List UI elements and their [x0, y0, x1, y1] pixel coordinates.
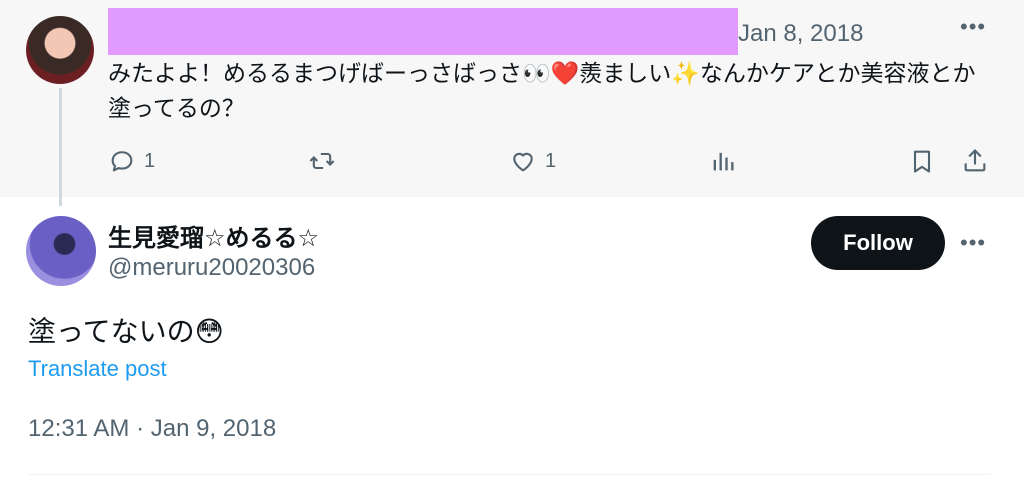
bookmark-icon: [913, 150, 931, 173]
share-icon: [964, 149, 986, 172]
parent-date[interactable]: Jan 8, 2018: [738, 20, 863, 48]
follow-button[interactable]: Follow: [811, 216, 945, 270]
retweet-button[interactable]: [308, 141, 336, 181]
parent-tweet[interactable]: Jan 8, 2018 ••• みたよよ！めるるまつげばーっさばっさ👀❤️羨まし…: [0, 0, 1024, 206]
more-icon[interactable]: •••: [960, 14, 986, 40]
reply-timestamp[interactable]: 12:31 AM · Jan 9, 2018: [28, 415, 276, 443]
retweet-icon: [309, 152, 335, 170]
like-button[interactable]: 1: [509, 141, 556, 181]
translate-post-link[interactable]: Translate post: [28, 356, 167, 382]
divider: [28, 474, 990, 475]
share-button[interactable]: [961, 141, 989, 181]
views-icon: [713, 152, 734, 171]
reply-icon: [111, 151, 133, 172]
reply-handle[interactable]: @meruru20020306: [108, 254, 315, 282]
parent-avatar[interactable]: [26, 16, 94, 84]
like-count: 1: [545, 149, 557, 172]
like-icon: [513, 152, 533, 172]
reply-count: 1: [144, 149, 156, 172]
reply-avatar[interactable]: [26, 216, 96, 286]
reply-button[interactable]: 1: [108, 141, 155, 181]
action-bar: 1 1: [108, 141, 998, 181]
thread-connector-line: [59, 88, 62, 206]
bookmark-button[interactable]: [908, 141, 936, 181]
redacted-author-block: [108, 8, 738, 55]
reply-tweet-text: 塗ってないの😳: [28, 316, 224, 347]
more-icon[interactable]: •••: [960, 230, 986, 256]
views-button[interactable]: [709, 141, 737, 181]
reply-display-name[interactable]: 生見愛瑠☆めるる☆: [108, 218, 319, 253]
parent-tweet-text: みたよよ！めるるまつげばーっさばっさ👀❤️羨ましい✨なんかケアとか美容液とか塗っ…: [108, 60, 976, 121]
